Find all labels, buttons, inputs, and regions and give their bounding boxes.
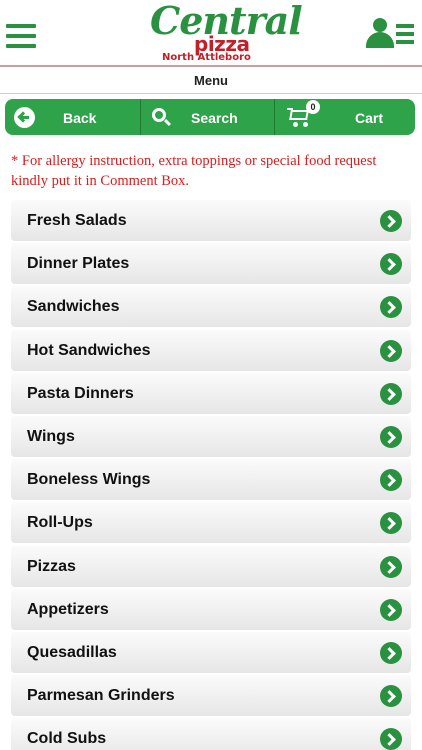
chevron-right-icon (380, 685, 402, 708)
category-label: Parmesan Grinders (27, 687, 175, 705)
chevron-right-icon (380, 210, 402, 232)
category-item-dinner-plates[interactable]: Dinner Plates (11, 243, 411, 285)
category-label: Sandwiches (27, 298, 120, 316)
back-button[interactable]: Back (5, 99, 140, 135)
cart-button[interactable]: 0 Cart (274, 99, 415, 135)
app-header: Central pizza North Attleboro (0, 0, 422, 66)
category-item-boneless-wings[interactable]: Boneless Wings (11, 459, 411, 501)
hamburger-menu-icon[interactable] (6, 24, 36, 48)
chevron-right-icon (380, 425, 402, 448)
chevron-right-icon (380, 296, 402, 319)
search-label: Search (191, 110, 238, 126)
cart-count-badge: 0 (306, 100, 320, 114)
category-item-hot-sandwiches[interactable]: Hot Sandwiches (11, 329, 411, 371)
cart-label: Cart (355, 110, 384, 126)
chevron-right-icon (380, 382, 402, 405)
category-item-sandwiches[interactable]: Sandwiches (11, 286, 411, 328)
category-label: Cold Subs (27, 730, 107, 748)
chevron-right-icon (380, 469, 402, 492)
back-label: Back (63, 110, 97, 126)
category-item-pizzas[interactable]: Pizzas (11, 545, 411, 587)
central-pizza-logo[interactable]: Central pizza North Attleboro (146, 0, 303, 64)
category-item-pasta-dinners[interactable]: Pasta Dinners (11, 372, 411, 414)
logo-line-location: North Attleboro (162, 52, 251, 63)
chevron-right-icon (380, 728, 402, 750)
chevron-right-icon (380, 512, 402, 535)
user-account-icon[interactable] (366, 18, 416, 50)
category-item-fresh-salads[interactable]: Fresh Salads (11, 200, 411, 241)
category-label: Pasta Dinners (27, 384, 134, 402)
category-label: Hot Sandwiches (27, 341, 151, 359)
chevron-right-icon (380, 555, 402, 578)
chevron-right-icon (380, 641, 402, 664)
category-label: Pizzas (27, 557, 76, 575)
category-item-parmesan-grinders[interactable]: Parmesan Grinders (11, 675, 411, 717)
category-item-cold-subs[interactable]: Cold Subs (11, 718, 411, 750)
page-title: Menu (0, 67, 422, 94)
chevron-right-icon (380, 339, 402, 362)
search-icon (152, 108, 166, 122)
category-item-appetizers[interactable]: Appetizers (11, 588, 411, 630)
chevron-right-icon (380, 598, 402, 621)
category-label: Appetizers (27, 600, 109, 618)
category-label: Quesadillas (27, 643, 117, 661)
category-item-wings[interactable]: Wings (11, 415, 411, 457)
allergy-notice: * For allergy instruction, extra topping… (11, 153, 377, 189)
category-label: Dinner Plates (27, 255, 130, 273)
back-arrow-icon (14, 107, 35, 128)
category-label: Wings (27, 427, 75, 445)
category-label: Roll-Ups (27, 514, 93, 532)
category-item-quesadillas[interactable]: Quesadillas (11, 631, 411, 673)
category-list: Fresh Salads Dinner Plates Sandwiches Ho… (11, 200, 411, 750)
category-item-roll-ups[interactable]: Roll-Ups (11, 502, 411, 544)
search-button[interactable]: Search (140, 99, 274, 135)
category-label: Fresh Salads (27, 212, 127, 229)
chevron-right-icon (380, 253, 402, 276)
action-navbar: Back Search 0 Cart (5, 99, 415, 135)
category-label: Boneless Wings (27, 471, 151, 489)
